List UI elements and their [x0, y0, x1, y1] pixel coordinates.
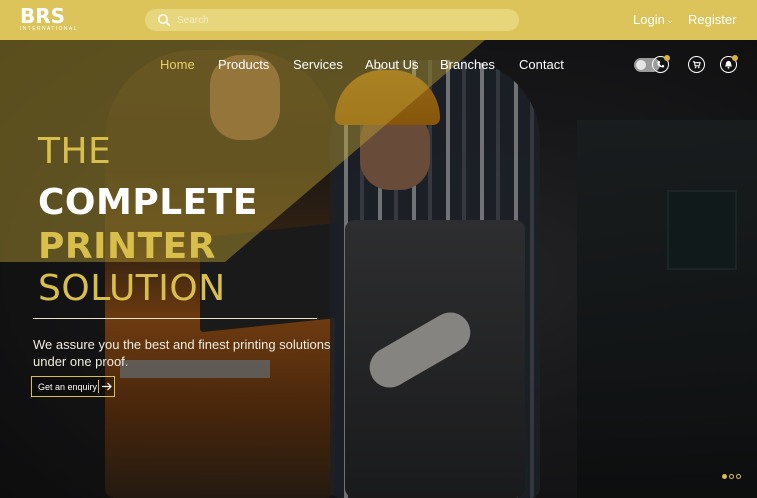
hero-title-line-3: PRINTER — [38, 226, 216, 267]
phone-icon — [657, 60, 665, 68]
notification-dot — [664, 55, 670, 61]
arrow-right-icon — [102, 382, 112, 391]
bell-icon — [725, 60, 732, 69]
search-bar[interactable] — [145, 9, 519, 31]
nav-item-branches[interactable]: Branches — [440, 57, 495, 72]
login-menu[interactable]: Login ⌄ — [633, 12, 674, 27]
chevron-down-icon: ⌄ — [666, 16, 674, 25]
hero-divider — [33, 318, 317, 319]
enquiry-divider — [98, 380, 99, 393]
nav-item-products[interactable]: Products — [218, 57, 269, 72]
search-icon — [158, 14, 171, 27]
hero-title-line-1: THE — [38, 131, 112, 172]
logo-text: BRS — [20, 4, 66, 28]
search-input[interactable] — [177, 12, 497, 28]
nav-item-about-us[interactable]: About Us — [365, 57, 418, 72]
carousel-dot-1[interactable] — [722, 474, 727, 479]
cart-button[interactable] — [688, 56, 705, 73]
register-link[interactable]: Register — [688, 12, 736, 27]
enquiry-label: Get an enquiry — [38, 381, 98, 392]
carousel-dots — [722, 474, 741, 479]
nav-item-contact[interactable]: Contact — [519, 57, 564, 72]
login-label: Login — [633, 12, 665, 27]
phone-button[interactable] — [652, 55, 670, 73]
notifications-button[interactable] — [720, 55, 738, 73]
nav-item-home[interactable]: Home — [160, 57, 195, 72]
top-bar: BRS INTERNATIONAL Login⌄ Register — [0, 0, 757, 40]
hero-description: We assure you the best and finest printi… — [33, 337, 331, 369]
cart-icon — [692, 61, 701, 69]
hero-title-line-4: SOLUTION — [38, 268, 226, 309]
notification-dot — [732, 55, 738, 61]
brand-logo[interactable]: BRS INTERNATIONAL — [20, 6, 80, 34]
carousel-dot-2[interactable] — [729, 474, 734, 479]
get-enquiry-button[interactable]: Get an enquiry — [31, 376, 115, 397]
hero-title-line-2: COMPLETE — [38, 182, 258, 223]
logo-subtext: INTERNATIONAL — [20, 26, 78, 32]
carousel-dot-3[interactable] — [736, 474, 741, 479]
toggle-knob — [636, 60, 646, 70]
nav-item-services[interactable]: Services — [293, 57, 343, 72]
